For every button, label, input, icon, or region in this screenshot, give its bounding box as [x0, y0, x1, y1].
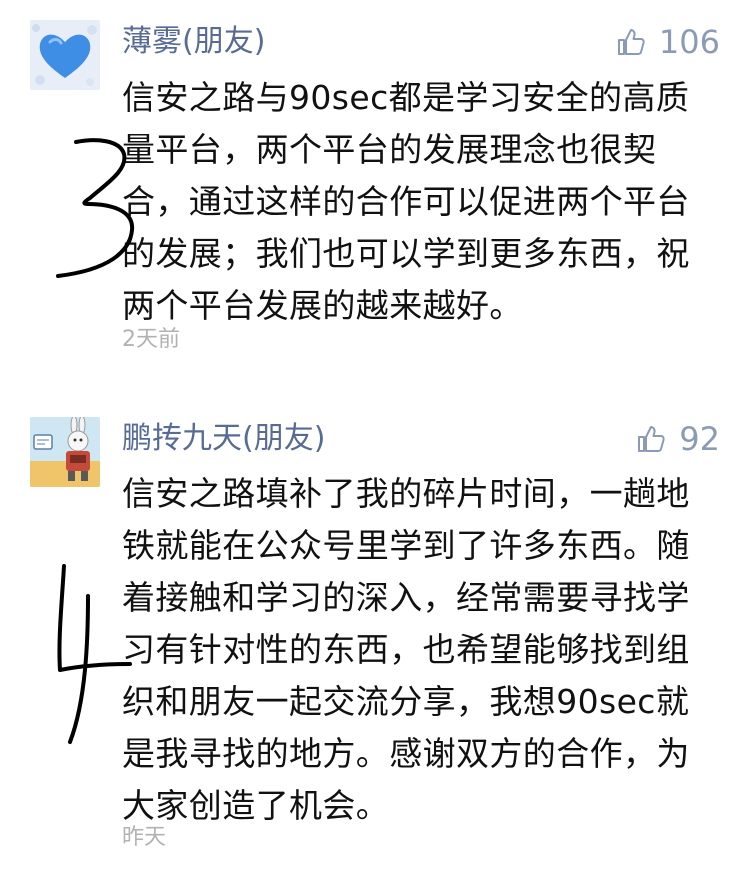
- comment-time: 2天前: [122, 327, 180, 352]
- comment-line: 大家创造了机会。: [122, 786, 390, 825]
- like-count: 92: [679, 420, 720, 458]
- nickname[interactable]: 鹏抟九天(朋友): [122, 419, 325, 459]
- cartoon-rabbit-robot-avatar-image: [30, 417, 100, 487]
- comment-content: 信安之路填补了我的碎片时间，一趟地 铁就能在公众号里学到了许多东西。随 着接触和…: [122, 468, 722, 832]
- thumbs-up-icon: [638, 426, 665, 452]
- nickname[interactable]: 薄雾(朋友): [122, 22, 265, 62]
- avatar[interactable]: [30, 20, 100, 90]
- like-button[interactable]: 106: [615, 22, 720, 62]
- comment-line: 两个平台发展的越来越好。: [122, 286, 523, 325]
- comment-line: 信安之路填补了我的碎片时间，一趟地: [122, 474, 690, 513]
- comment-line: 的发展；我们也可以学到更多东西，祝: [122, 234, 690, 273]
- comment-line: 着接触和学习的深入，经常需要寻找学: [122, 578, 690, 617]
- blue-heart-avatar-image: [30, 20, 100, 90]
- avatar[interactable]: [30, 417, 100, 487]
- comment-line: 习有针对性的东西，也希望能够找到组: [122, 630, 690, 669]
- comment-line: 是我寻找的地方。感谢双方的合作，为: [122, 734, 690, 773]
- comment-line: 合，通过这样的合作可以促进两个平台: [122, 182, 690, 221]
- comment-line: 量平台，两个平台的发展理念也很契: [122, 130, 657, 169]
- like-count: 106: [658, 23, 720, 61]
- comment-time: 昨天: [122, 825, 167, 850]
- comment-line: 信安之路与90sec都是学习安全的高质: [122, 78, 690, 117]
- thumbs-up-icon: [617, 29, 645, 55]
- comment-content: 信安之路与90sec都是学习安全的高质 量平台，两个平台的发展理念也很契 合，通…: [122, 72, 722, 332]
- comment-line: 织和朋友一起交流分享，我想90sec就: [122, 682, 690, 721]
- comment-line: 铁就能在公众号里学到了许多东西。随: [122, 526, 690, 565]
- like-button[interactable]: 92: [635, 419, 720, 459]
